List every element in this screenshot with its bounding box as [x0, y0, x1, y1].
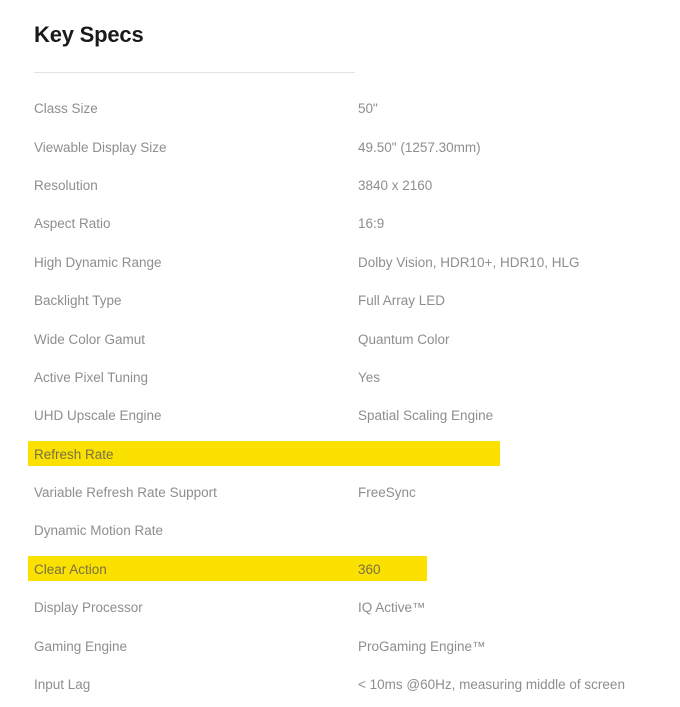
spec-value: 3840 x 2160: [358, 177, 433, 193]
spec-value: Yes: [358, 369, 381, 385]
spec-value: Quantum Color: [358, 331, 450, 347]
spec-value: 49.50" (1257.30mm): [358, 139, 481, 155]
spec-value: 360: [358, 561, 381, 577]
spec-table: Class Size 50" Viewable Display Size 49.50"…: [0, 90, 680, 704]
spec-label: Clear Action: [34, 561, 107, 577]
spec-value: Dolby Vision, HDR10+, HDR10, HLG: [358, 254, 580, 270]
spec-label: Backlight Type: [34, 293, 122, 309]
spec-label: Class Size: [34, 101, 98, 117]
table-row: Clear Action 360: [0, 551, 680, 589]
spec-label: UHD Upscale Engine: [34, 408, 162, 424]
spec-value: ProGaming Engine™: [358, 638, 486, 654]
table-row: Aspect Ratio 16:9: [0, 205, 680, 243]
table-row: Variable Refresh Rate Support FreeSync: [0, 474, 680, 512]
spec-label: Active Pixel Tuning: [34, 369, 149, 385]
spec-value: FreeSync: [358, 485, 416, 501]
table-row: Dynamic Motion Rate: [0, 512, 680, 550]
spec-label: High Dynamic Range: [34, 254, 162, 270]
table-row: Viewable Display Size 49.50" (1257.30mm): [0, 128, 680, 166]
spec-label: Gaming Engine: [34, 638, 128, 654]
spec-label: Aspect Ratio: [34, 216, 111, 232]
table-row: UHD Upscale Engine Spatial Scaling Engine: [0, 397, 680, 435]
key-specs-panel: Key Specs Class Size 50" Viewable Display …: [0, 0, 680, 707]
table-row: Resolution 3840 x 2160: [0, 167, 680, 205]
spec-value: Spatial Scaling Engine: [358, 408, 494, 424]
table-row: Refresh Rate: [0, 436, 680, 474]
spec-value: Full Array LED: [358, 293, 446, 309]
spec-label: Viewable Display Size: [34, 139, 167, 155]
spec-value: < 10ms @60Hz, measuring middle of screen: [358, 677, 625, 693]
spec-label: Variable Refresh Rate Support: [34, 485, 217, 501]
spec-label: Resolution: [34, 177, 98, 193]
page-title: Key Specs: [34, 22, 144, 47]
spec-value: IQ Active™: [358, 600, 426, 616]
table-row: Class Size 50": [0, 90, 680, 128]
spec-label: Display Processor: [34, 600, 143, 616]
spec-value: 16:9: [358, 216, 385, 232]
table-row: Active Pixel Tuning Yes: [0, 359, 680, 397]
table-row: Backlight Type Full Array LED: [0, 282, 680, 320]
spec-value: 50": [358, 101, 378, 117]
table-row: Gaming Engine ProGaming Engine™: [0, 627, 680, 665]
spec-label: Input Lag: [34, 677, 91, 693]
title-divider: [34, 72, 355, 73]
spec-label: Refresh Rate: [34, 446, 114, 462]
table-row: Input Lag < 10ms @60Hz, measuring middle …: [0, 666, 680, 704]
table-row: High Dynamic Range Dolby Vision, HDR10+, …: [0, 244, 680, 282]
table-row: Display Processor IQ Active™: [0, 589, 680, 627]
spec-label: Dynamic Motion Rate: [34, 523, 164, 539]
spec-label: Wide Color Gamut: [34, 331, 146, 347]
table-row: Wide Color Gamut Quantum Color: [0, 320, 680, 358]
